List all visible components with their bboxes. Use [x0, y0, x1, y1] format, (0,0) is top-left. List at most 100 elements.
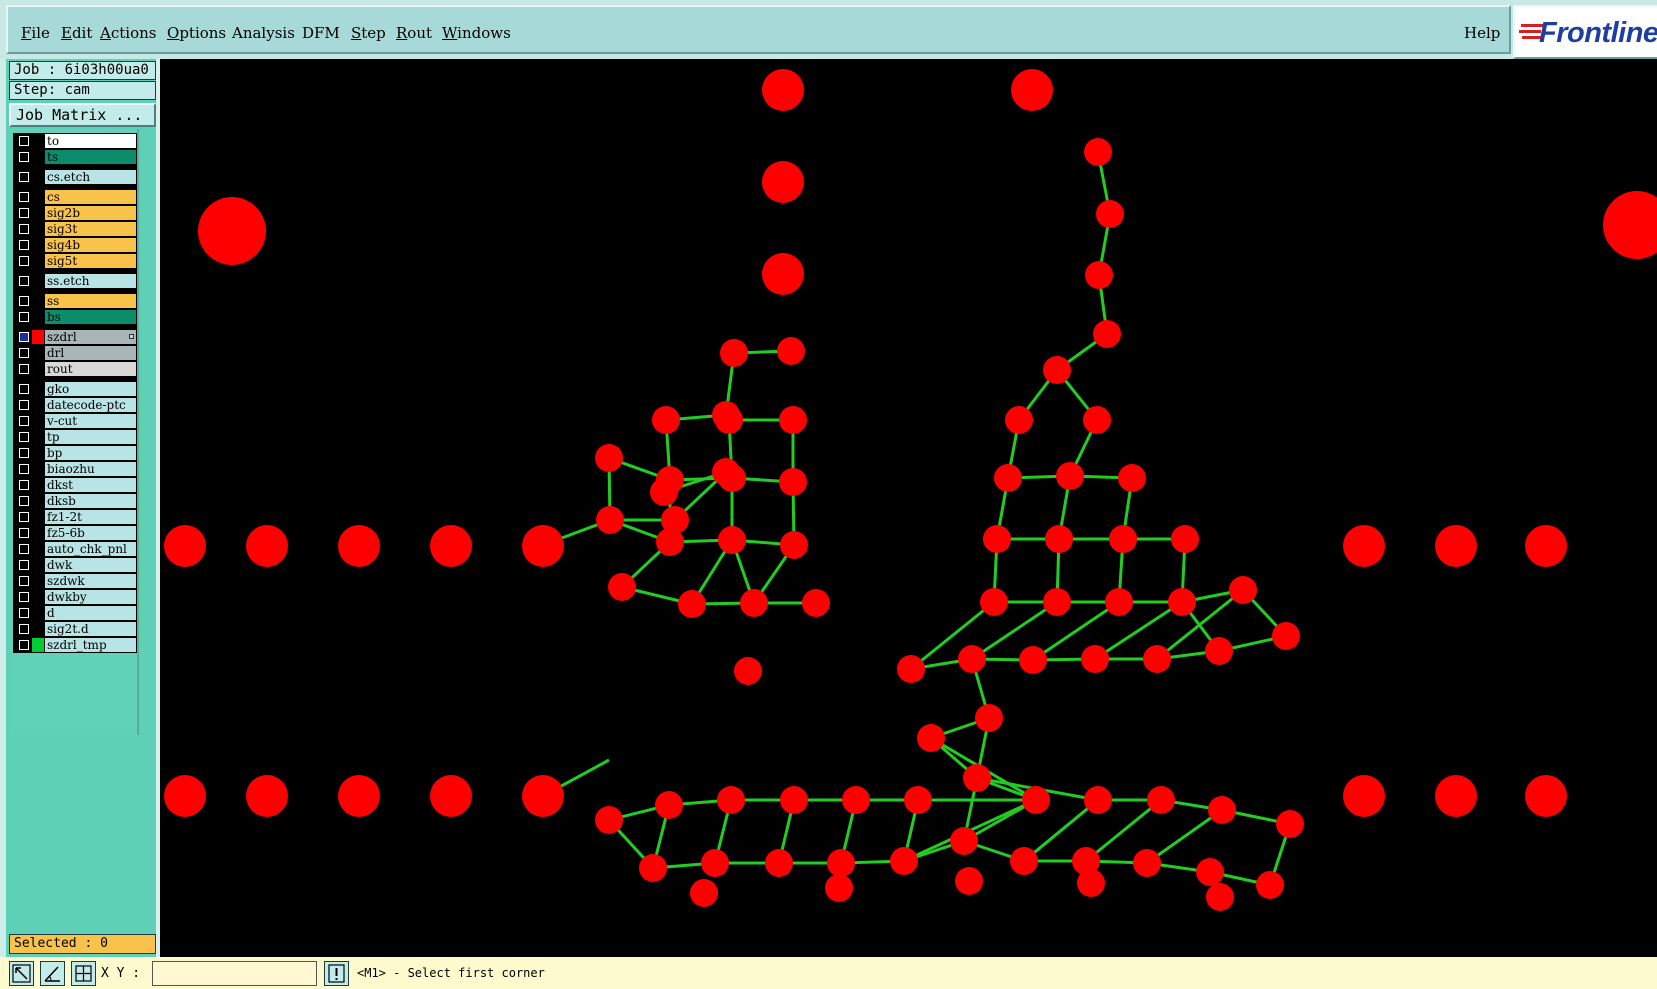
layer-checkbox[interactable] — [19, 364, 29, 374]
pad[interactable] — [740, 589, 768, 617]
pad[interactable] — [1043, 356, 1071, 384]
layer-color-swatch[interactable] — [32, 362, 44, 376]
layer-color-swatch[interactable] — [32, 150, 44, 164]
layer-color-swatch[interactable] — [32, 274, 44, 288]
layer-row[interactable]: szdrl_tmp — [13, 637, 137, 653]
layer-color-swatch[interactable] — [32, 206, 44, 220]
pad[interactable] — [890, 847, 918, 875]
layer-color-swatch[interactable] — [32, 310, 44, 324]
pad[interactable] — [734, 657, 762, 685]
pad[interactable] — [718, 526, 746, 554]
layer-checkbox[interactable] — [19, 544, 29, 554]
layer-name[interactable]: v-cut — [45, 414, 136, 428]
pad[interactable] — [779, 406, 807, 434]
layer-row[interactable]: sig5t — [13, 253, 137, 269]
menu-file[interactable]: File — [21, 24, 50, 42]
layer-name[interactable]: bs — [45, 310, 136, 324]
layer-name[interactable]: sig2b — [45, 206, 136, 220]
pad[interactable] — [656, 466, 684, 494]
layer-color-swatch[interactable] — [32, 346, 44, 360]
pad[interactable] — [1229, 576, 1257, 604]
pad[interactable] — [720, 339, 748, 367]
layer-color-swatch[interactable] — [32, 190, 44, 204]
pad[interactable] — [762, 253, 804, 295]
pad[interactable] — [765, 849, 793, 877]
pad[interactable] — [246, 775, 288, 817]
pad[interactable] — [1084, 138, 1112, 166]
layer-name[interactable]: auto_chk_pnl — [45, 542, 136, 556]
layer-color-swatch[interactable] — [32, 590, 44, 604]
pad[interactable] — [164, 775, 206, 817]
pcb-view[interactable] — [160, 59, 1657, 957]
grid-tool-button[interactable] — [71, 961, 96, 986]
layer-name[interactable]: d — [45, 606, 136, 620]
job-matrix-button[interactable]: Job Matrix ... — [9, 103, 156, 127]
pad[interactable] — [1011, 69, 1053, 111]
pad[interactable] — [1118, 464, 1146, 492]
pad[interactable] — [338, 775, 380, 817]
pad[interactable] — [430, 775, 472, 817]
layer-color-swatch[interactable] — [32, 382, 44, 396]
pad[interactable] — [958, 645, 986, 673]
layer-row[interactable]: cs.etch — [13, 169, 137, 185]
pad[interactable] — [842, 786, 870, 814]
pad[interactable] — [1525, 525, 1567, 567]
layer-checkbox[interactable] — [19, 560, 29, 570]
pad[interactable] — [980, 588, 1008, 616]
layer-row[interactable]: to — [13, 133, 137, 149]
layer-checkbox[interactable] — [19, 312, 29, 322]
layer-row[interactable]: bs — [13, 309, 137, 325]
layer-color-swatch[interactable] — [32, 134, 44, 148]
layer-checkbox[interactable] — [19, 432, 29, 442]
layer-name[interactable]: dwk — [45, 558, 136, 572]
layer-checkbox[interactable] — [19, 592, 29, 602]
pad[interactable] — [1096, 200, 1124, 228]
layer-checkbox[interactable] — [19, 276, 29, 286]
pad[interactable] — [1171, 525, 1199, 553]
layer-row[interactable]: dksb — [13, 493, 137, 509]
pad[interactable] — [1256, 871, 1284, 899]
layer-row[interactable]: fz5-6b — [13, 525, 137, 541]
pad[interactable] — [1196, 858, 1224, 886]
layer-checkbox[interactable] — [19, 608, 29, 618]
menu-rout[interactable]: Rout — [396, 24, 432, 42]
pad[interactable] — [1019, 646, 1047, 674]
layer-color-swatch[interactable] — [32, 430, 44, 444]
pad[interactable] — [717, 786, 745, 814]
layer-name[interactable]: fz1-2t — [45, 510, 136, 524]
layer-color-swatch[interactable] — [32, 622, 44, 636]
layer-checkbox[interactable] — [19, 332, 29, 342]
layer-color-swatch[interactable] — [32, 462, 44, 476]
layer-checkbox[interactable] — [19, 224, 29, 234]
pad[interactable] — [762, 69, 804, 111]
pad[interactable] — [1343, 525, 1385, 567]
pad[interactable] — [904, 786, 932, 814]
layer-color-swatch[interactable] — [32, 254, 44, 268]
menu-windows[interactable]: Windows — [442, 24, 511, 42]
layer-checkbox[interactable] — [19, 240, 29, 250]
layer-color-swatch[interactable] — [32, 330, 44, 344]
menu-analysis[interactable]: Analysis — [232, 24, 295, 42]
pad[interactable] — [198, 197, 266, 265]
pad[interactable] — [1045, 525, 1073, 553]
layer-color-swatch[interactable] — [32, 478, 44, 492]
xy-input[interactable] — [152, 961, 317, 986]
layer-row[interactable]: sig2t.d — [13, 621, 137, 637]
layer-color-swatch[interactable] — [32, 542, 44, 556]
layer-row[interactable]: sig4b — [13, 237, 137, 253]
layer-color-swatch[interactable] — [32, 170, 44, 184]
layer-checkbox[interactable] — [19, 448, 29, 458]
pad[interactable] — [975, 704, 1003, 732]
pad[interactable] — [338, 525, 380, 567]
layer-row[interactable]: szdwk — [13, 573, 137, 589]
menu-step[interactable]: Step — [351, 24, 386, 42]
layer-name[interactable]: sig4b — [45, 238, 136, 252]
menu-dfm[interactable]: DFM — [302, 24, 340, 42]
pad[interactable] — [1010, 847, 1038, 875]
layer-name[interactable]: ss — [45, 294, 136, 308]
pad[interactable] — [917, 724, 945, 752]
layer-checkbox[interactable] — [19, 256, 29, 266]
layer-row[interactable]: gko — [13, 381, 137, 397]
pad[interactable] — [779, 468, 807, 496]
layer-row[interactable]: v-cut — [13, 413, 137, 429]
